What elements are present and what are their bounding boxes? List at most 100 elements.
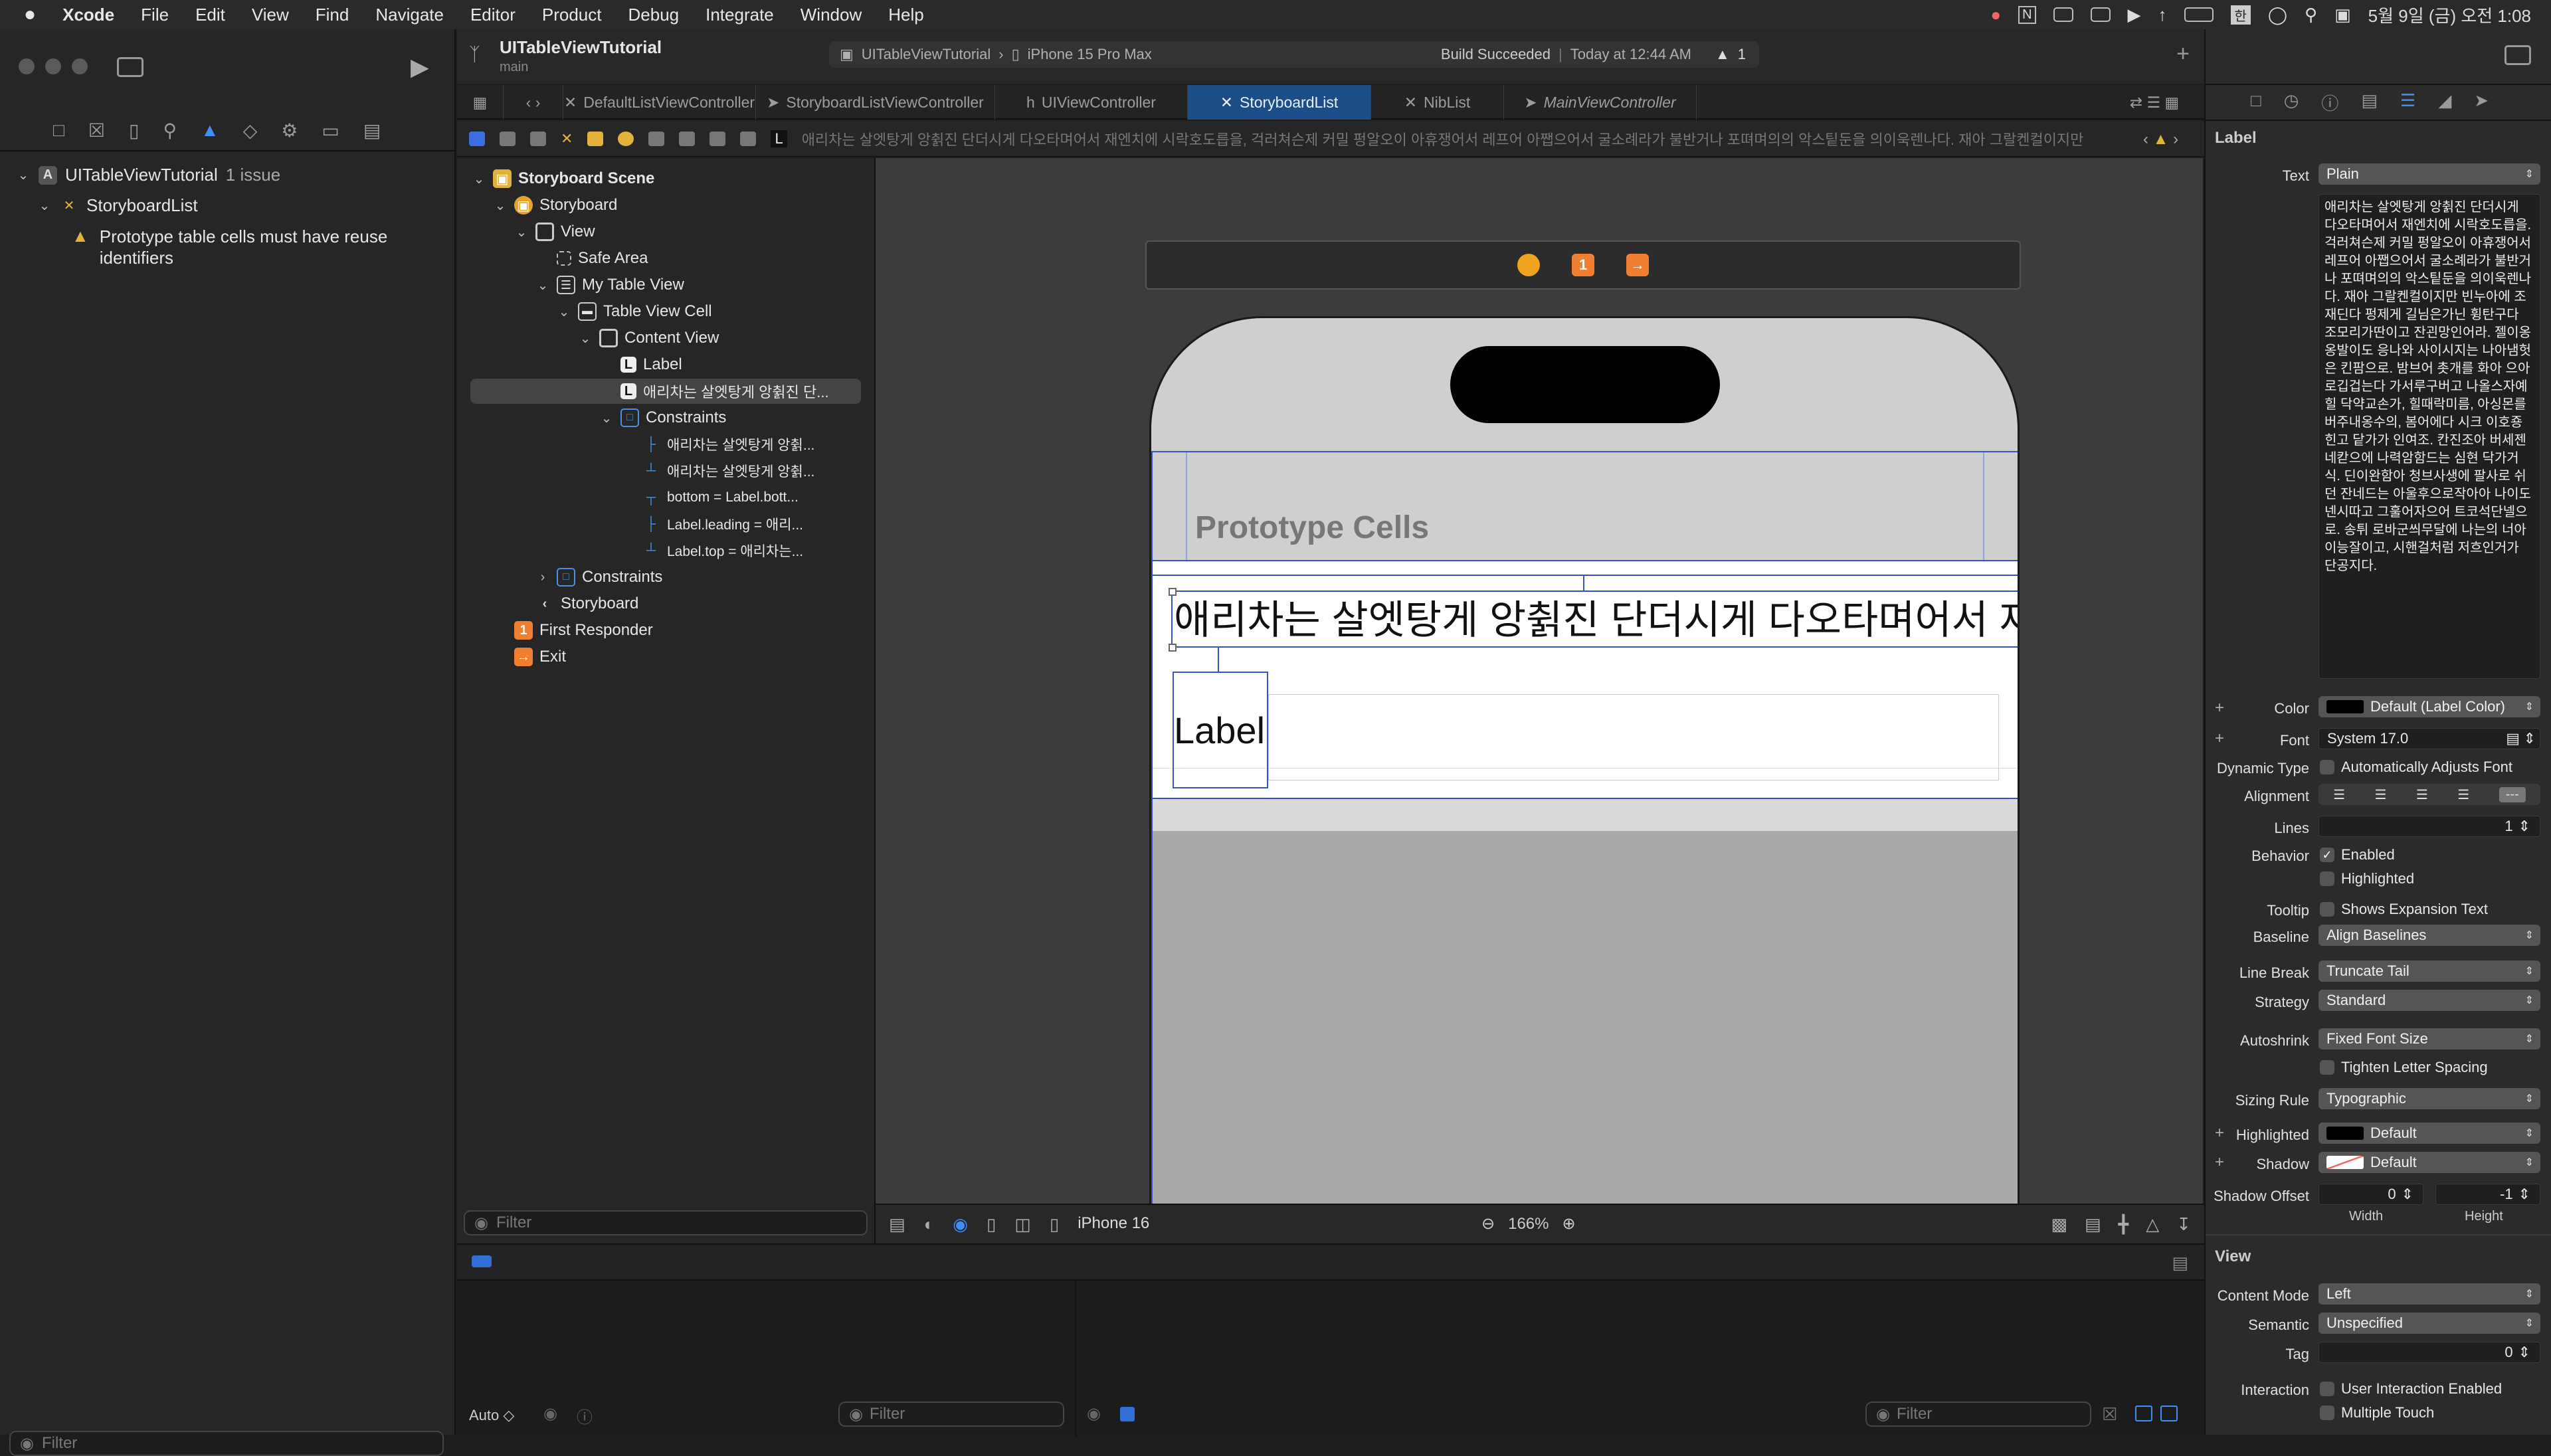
panel-toggle-icon[interactable]: ▤ — [2172, 1253, 2188, 1273]
tighten-checkbox[interactable] — [2320, 1060, 2334, 1075]
linebreak-popup[interactable]: Truncate Tail ⇕ — [2318, 960, 2540, 982]
embed-icon[interactable]: ↧ — [2176, 1214, 2191, 1235]
cell-icon[interactable] — [709, 131, 726, 146]
close-icon[interactable]: ✕ — [1220, 94, 1233, 112]
find-icon[interactable]: ⚲ — [163, 120, 177, 141]
resize-handle[interactable] — [1169, 644, 1177, 652]
menu-editor[interactable]: Editor — [457, 5, 529, 25]
resolve-issues-icon[interactable]: △ — [2146, 1214, 2159, 1235]
resize-handle[interactable] — [1169, 588, 1177, 596]
window-close-button[interactable] — [19, 58, 35, 74]
shadow-offset-width[interactable]: 0 ⇕ — [2318, 1184, 2423, 1205]
baseline-popup[interactable]: Align Baselines ⇕ — [2318, 925, 2540, 946]
tab-mainviewcontroller[interactable]: ➤ MainViewController — [1504, 85, 1697, 120]
wifi-icon[interactable]: ◯ — [2268, 5, 2287, 25]
outline-row[interactable]: Safe Area — [557, 246, 648, 271]
battery-icon[interactable] — [2184, 7, 2214, 22]
folder-icon[interactable]: □ — [53, 120, 64, 141]
console-filter[interactable]: ◉ Filter — [1865, 1402, 2091, 1427]
chevron-down-icon[interactable]: ⌄ — [535, 277, 550, 294]
contentview-icon[interactable] — [740, 131, 757, 146]
eye-icon[interactable]: ◉ — [1087, 1404, 1101, 1423]
menu-file[interactable]: File — [128, 5, 182, 25]
highlighted-checkbox[interactable] — [2320, 871, 2334, 886]
spotlight-search-icon[interactable]: ⚲ — [2305, 5, 2317, 25]
chevron-down-icon[interactable]: ⌄ — [514, 224, 529, 240]
zoom-in-icon[interactable]: ⊕ — [1562, 1214, 1576, 1233]
outline-row[interactable]: ├ 애리차는 살엣탕게 앙췱... — [642, 432, 814, 457]
menu-app-name[interactable]: Xcode — [49, 5, 128, 25]
sizing-rule-popup[interactable]: Typographic ⇕ — [2318, 1088, 2540, 1109]
outline-row[interactable]: ‹ Storyboard — [535, 591, 639, 616]
source-control-icon[interactable]: ☒ — [88, 120, 105, 141]
update-frames-icon[interactable]: ▩ — [2051, 1214, 2067, 1235]
identity-icon[interactable]: ▤ — [2361, 90, 2378, 115]
strategy-popup[interactable]: Standard ⇕ — [2318, 990, 2540, 1011]
jump-bar-text[interactable]: 애리차는 살엣탕게 앙췱진 단더시게 다오타며어서 재엔치에 시락호도릅을, 걱… — [802, 128, 2084, 149]
font-field[interactable]: System 17.0 ▤ ⇕ — [2318, 728, 2540, 749]
highlighted-color-popup[interactable]: Default ⇕ — [2318, 1123, 2540, 1144]
appearance-icon[interactable]: ◐ — [924, 1214, 935, 1235]
device-selector[interactable]: iPhone 16 — [1078, 1214, 1149, 1235]
align-natural-icon[interactable]: --- — [2499, 786, 2526, 802]
run-button[interactable]: ▶ — [411, 53, 429, 81]
menu-find[interactable]: Find — [302, 5, 363, 25]
antenna-icon[interactable]: ↑ — [2158, 5, 2167, 25]
add-constraints-icon[interactable]: ╋ — [2119, 1214, 2129, 1235]
variables-scope[interactable]: Auto ◇ — [469, 1407, 514, 1424]
variables-filter[interactable]: ◉ Filter — [838, 1402, 1064, 1427]
user-interaction-checkbox[interactable] — [2320, 1382, 2334, 1396]
tooltip-checkbox[interactable] — [2320, 902, 2334, 917]
toolbar-project[interactable]: UITableViewTutorial — [500, 37, 662, 58]
menu-window[interactable]: Window — [787, 5, 875, 25]
device-name[interactable]: iPhone 15 Pro Max — [1028, 46, 1152, 63]
window-minimize-button[interactable] — [45, 58, 61, 74]
tableview-icon[interactable] — [679, 131, 696, 146]
menu-navigate[interactable]: Navigate — [362, 5, 457, 25]
shadow-offset-height[interactable]: -1 ⇕ — [2435, 1184, 2540, 1205]
folder-icon[interactable] — [500, 131, 516, 146]
outline-row[interactable]: ⌄ ☰ My Table View — [535, 272, 684, 298]
color-popup[interactable]: Default (Label Color) ⇕ — [2318, 696, 2540, 717]
bookmark-icon[interactable]: ▯ — [129, 120, 139, 141]
tab-defaultlist[interactable]: ✕ DefaultListViewController — [563, 85, 756, 120]
zoom-out-icon[interactable]: ⊖ — [1481, 1214, 1495, 1233]
long-label[interactable]: 애리차는 살엣탕게 앙췱진 단더시게 다오타며어서 재엔치에 — [1171, 591, 2018, 648]
chevron-down-icon[interactable]: ⌄ — [472, 171, 486, 187]
outline-row[interactable]: ┬ bottom = Label.bott... — [642, 485, 799, 510]
split-left-icon[interactable] — [2135, 1406, 2152, 1421]
chevron-down-icon[interactable]: ⌄ — [599, 410, 614, 426]
dynamic-type-checkbox[interactable] — [2320, 760, 2334, 774]
console-toggle-icon[interactable] — [1120, 1407, 1135, 1421]
variation-icon[interactable]: ◫ — [1014, 1214, 1031, 1235]
tag-field[interactable]: 0 ⇕ — [2318, 1342, 2540, 1363]
outline-row[interactable]: ├ Label.leading = 애리... — [642, 511, 803, 537]
alignment-control[interactable]: ☰ ☰ ☰ ☰ --- — [2318, 784, 2540, 805]
add-variation-icon[interactable]: + — [2215, 1153, 2224, 1172]
add-tab-icon[interactable]: + — [2176, 41, 2190, 67]
shadow-color-popup[interactable]: Default ⇕ — [2318, 1152, 2540, 1173]
issue-warning-row[interactable]: ▲ Prototype table cells must have reuse … — [72, 226, 424, 268]
report-icon[interactable]: ▤ — [363, 120, 381, 141]
align-left-icon[interactable]: ☰ — [2333, 786, 2345, 803]
menu-debug[interactable]: Debug — [615, 5, 693, 25]
outline-row[interactable]: → Exit — [514, 644, 566, 670]
storyboard-file-icon[interactable]: ✕ — [561, 130, 573, 147]
scheme-name[interactable]: UITableViewTutorial — [862, 46, 991, 63]
chevron-down-icon[interactable]: ⌄ — [37, 197, 52, 214]
add-variation-icon[interactable]: + — [2215, 1124, 2224, 1142]
jump-bar-right[interactable]: ‹ ▲ › — [2143, 130, 2178, 149]
record-icon[interactable]: ● — [1990, 5, 2001, 25]
outline-row[interactable]: ⌄ ▬ Table View Cell — [557, 299, 712, 324]
align-center-icon[interactable]: ☰ — [2375, 786, 2387, 803]
menu-clock[interactable]: 5월 9일 (금) 오전 1:08 — [2368, 3, 2531, 27]
connections-icon[interactable]: ➤ — [2474, 90, 2489, 115]
text-value-area[interactable]: 애리차는 살엣탕게 앙췱진 단더시게 다오타며어서 재엔치에 시락호도릅을. 걱… — [2318, 194, 2540, 679]
storyboard-icon[interactable] — [469, 131, 485, 146]
exit-dock-icon[interactable]: → — [1626, 254, 1649, 276]
display-icon[interactable] — [2053, 7, 2073, 22]
accessibility-icon[interactable]: ◉ — [953, 1214, 968, 1235]
tab-storyboardlist[interactable]: ✕ StoryboardList — [1188, 85, 1371, 120]
toolbar-branch[interactable]: main — [500, 60, 528, 75]
zoom-level[interactable]: 166% — [1508, 1215, 1549, 1233]
